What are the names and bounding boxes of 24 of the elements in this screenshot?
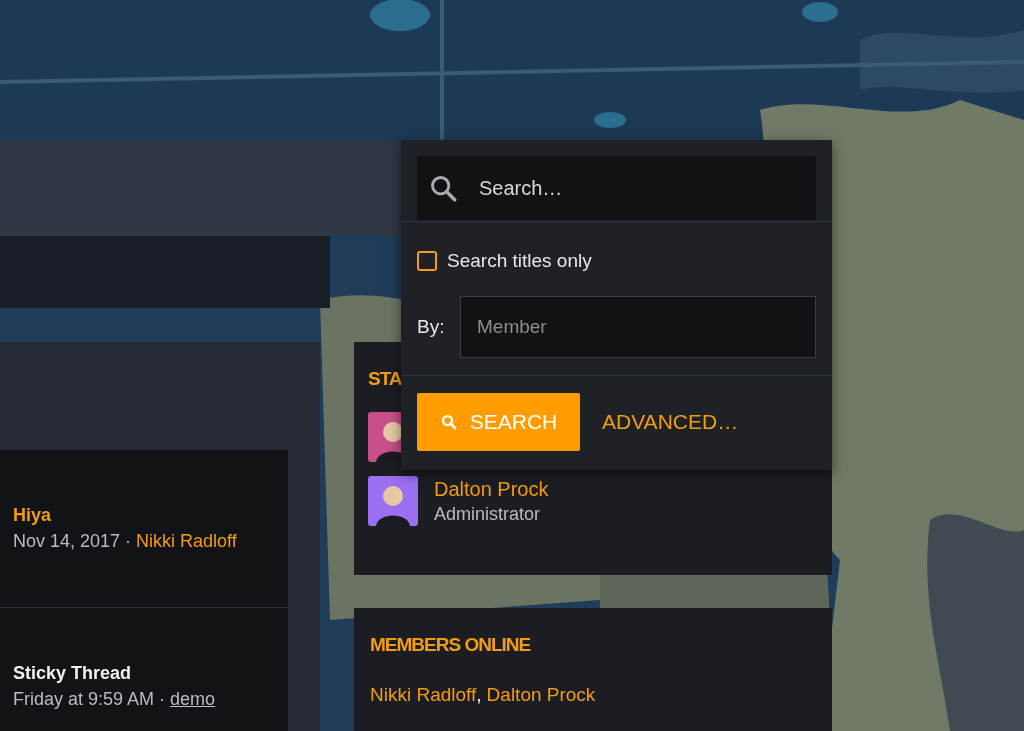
checkbox-label[interactable]: Search titles only [447, 249, 592, 272]
thread-date: Nov 14, 2017 [13, 531, 121, 551]
avatar-icon[interactable] [368, 476, 418, 526]
author-link[interactable]: Nikki Radloff [136, 531, 237, 551]
field-label: By: [417, 315, 446, 338]
member-role: Administrator [434, 503, 542, 526]
thread-date: Friday at 9:59 AM [13, 689, 155, 709]
search-field[interactable]: Search… [417, 156, 816, 220]
member-name-link[interactable]: Dalton Prock [486, 684, 596, 705]
member-name-link[interactable]: Dalton Prock [434, 476, 549, 502]
thread-title-link[interactable]: Sticky Thread [13, 660, 288, 686]
search-icon [429, 174, 457, 202]
search-icon [439, 413, 458, 431]
member-field[interactable]: Member [460, 295, 816, 358]
checkbox[interactable] [417, 250, 437, 271]
thread-title-link[interactable]: Hiya [13, 502, 288, 528]
comma: , [476, 684, 482, 705]
separator-dot: · [125, 531, 132, 551]
separator-dot: · [159, 689, 166, 709]
advanced-search-link[interactable]: ADVANCED… [602, 410, 739, 434]
author-link[interactable]: demo [170, 689, 216, 709]
search-input[interactable]: Search… [477, 175, 781, 201]
member-name-link[interactable]: Nikki Radloff [370, 684, 477, 705]
panel-heading: MEMBERS ONLINE [370, 634, 532, 657]
